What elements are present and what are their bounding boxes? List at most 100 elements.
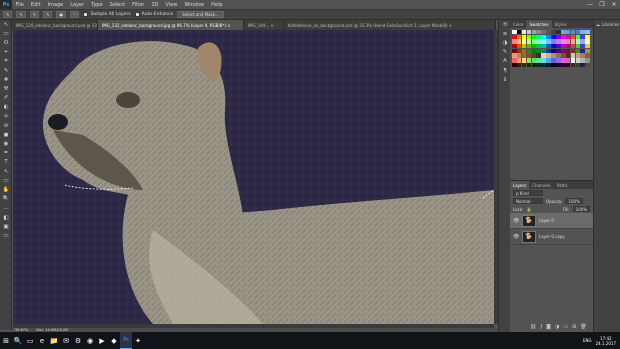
brush-size-icon[interactable]: ● <box>56 11 66 18</box>
tab-channels[interactable]: Channels <box>529 181 554 189</box>
swatch[interactable] <box>585 62 590 68</box>
menu-select[interactable]: Select <box>106 2 128 8</box>
swatch[interactable] <box>560 62 566 68</box>
minimize-button[interactable]: — <box>584 1 596 8</box>
menu-file[interactable]: File <box>12 2 27 8</box>
swatch[interactable] <box>521 62 527 68</box>
tab-layers[interactable]: Layers <box>510 181 530 189</box>
swatch[interactable] <box>546 62 551 68</box>
edge-icon[interactable]: e <box>36 332 48 349</box>
select-and-mask-button[interactable]: Select and Mask... <box>177 11 224 18</box>
swatch[interactable] <box>575 62 581 68</box>
menu-image[interactable]: Image <box>44 2 67 8</box>
tool-icon[interactable]: ✎ <box>0 66 12 75</box>
visibility-eye-icon[interactable]: 👁 <box>513 218 519 224</box>
lock-icon[interactable]: 🔒 <box>526 207 531 212</box>
menu-filter[interactable]: Filter <box>129 2 148 8</box>
menu-view[interactable]: View <box>162 2 181 8</box>
add-mask-icon[interactable]: ◙ <box>546 324 551 330</box>
menu-edit[interactable]: Edit <box>27 2 44 8</box>
app-icon[interactable]: ◆ <box>108 332 120 349</box>
swatch[interactable] <box>551 62 556 68</box>
tab-swatches[interactable]: Swatches <box>526 20 552 28</box>
tool-icon[interactable]: ⌖ <box>0 48 12 57</box>
tool-icon[interactable]: ▣ <box>0 222 12 231</box>
tool-icon[interactable]: ▭ <box>0 176 12 185</box>
tool-icon[interactable]: ✋ <box>0 185 12 194</box>
tool-icon[interactable]: ⌗ <box>0 57 12 66</box>
menu-help[interactable]: Help <box>208 2 226 8</box>
maximize-button[interactable]: ❐ <box>596 1 608 8</box>
search-icon[interactable]: 🔍 <box>12 332 24 349</box>
auto-enhance-checkbox[interactable]: Auto-Enhance <box>134 12 173 17</box>
swatch[interactable] <box>570 62 576 68</box>
swatch[interactable] <box>531 62 537 68</box>
tool-icon[interactable]: ◼ <box>0 130 12 139</box>
explorer-icon[interactable]: 📁 <box>48 332 60 349</box>
delete-layer-icon[interactable]: 🗑 <box>580 324 586 330</box>
fx-icon[interactable]: ƒ <box>540 324 542 330</box>
start-icon[interactable]: ⊞ <box>0 332 12 349</box>
brush-angle-icon[interactable]: ◠ <box>69 11 80 18</box>
tool-icon[interactable]: ⚒ <box>0 84 12 93</box>
menu-type[interactable]: Type <box>88 2 106 8</box>
link-layers-icon[interactable]: ⛓ <box>530 324 536 330</box>
adjustment-layer-icon[interactable]: ◑ <box>555 324 559 330</box>
new-group-icon[interactable]: ▭ <box>563 324 568 330</box>
opacity-input[interactable]: 100% <box>565 198 583 204</box>
tool-icon[interactable]: ▭ <box>0 231 12 240</box>
new-layer-icon[interactable]: ⊞ <box>572 324 576 330</box>
swatch[interactable] <box>580 62 586 68</box>
tool-icon[interactable]: ✚ <box>0 75 12 84</box>
tool-icon[interactable]: ✐ <box>0 94 12 103</box>
libraries-button[interactable]: ☁ Libraries <box>594 20 620 29</box>
tool-icon[interactable]: … <box>0 204 12 213</box>
tab-document-4[interactable]: Kohlebhane_no_background.psd @ 33.3% (Hu… <box>284 20 496 30</box>
mail-icon[interactable]: ✉ <box>60 332 72 349</box>
tool-icon[interactable]: ▭ <box>0 29 12 38</box>
quick-selection-tool-icon[interactable]: ✎ <box>3 11 13 18</box>
chrome-icon[interactable]: ◉ <box>84 332 96 349</box>
menu-window[interactable]: Window <box>181 2 208 8</box>
menu-3d[interactable]: 3D <box>148 2 162 8</box>
swatch[interactable] <box>556 62 561 68</box>
photoshop-icon[interactable]: Ps <box>120 332 132 349</box>
tab-document-3[interactable]: IMG_149... × <box>244 20 284 30</box>
tool-icon[interactable]: ⊘ <box>0 121 12 130</box>
fill-input[interactable]: 100% <box>572 206 590 212</box>
tab-paths[interactable]: Paths <box>554 181 571 189</box>
tool-icon[interactable]: ◉ <box>0 139 12 148</box>
tool-icon[interactable]: ◧ <box>0 213 12 222</box>
subtract-from-selection-icon[interactable]: ✎ <box>43 11 53 18</box>
layer-row[interactable]: 👁 🐕 Layer 0 <box>510 213 593 229</box>
tool-icon[interactable]: ʘ <box>0 38 12 47</box>
swatch[interactable] <box>526 62 532 68</box>
swatch[interactable] <box>536 62 542 68</box>
task-view-icon[interactable]: ▭ <box>24 332 36 349</box>
tool-icon[interactable]: ⌂ <box>0 112 12 121</box>
document-canvas[interactable] <box>13 30 494 324</box>
new-selection-icon[interactable]: ✎ <box>16 11 26 18</box>
visibility-eye-icon[interactable]: 👁 <box>513 234 519 240</box>
sample-all-layers-checkbox[interactable]: Sample All Layers <box>83 12 131 17</box>
tab-color[interactable]: Color <box>510 20 526 28</box>
media-icon[interactable]: ▶ <box>96 332 108 349</box>
settings-icon[interactable]: ⚙ <box>72 332 84 349</box>
layer-row[interactable]: 👁 🐕 Layer 0 copy <box>510 229 593 245</box>
close-button[interactable]: ✕ <box>608 1 620 8</box>
swatch[interactable] <box>541 62 546 68</box>
tab-styles[interactable]: Styles <box>552 20 570 28</box>
clock[interactable]: 17:42 24.1.2017 <box>596 336 616 346</box>
tool-icon[interactable]: T <box>0 158 12 167</box>
tool-icon[interactable]: ✒ <box>0 149 12 158</box>
add-to-selection-icon[interactable]: ✎ <box>29 11 40 18</box>
tool-icon[interactable]: ◐ <box>0 103 12 112</box>
tool-icon[interactable]: 🔍 <box>0 195 12 204</box>
kind-filter[interactable]: ρ Kind <box>513 190 543 196</box>
blend-mode-select[interactable]: Normal <box>513 198 543 204</box>
menu-layer[interactable]: Layer <box>67 2 88 8</box>
app-icon[interactable]: ✦ <box>132 332 144 349</box>
tab-document-1[interactable]: IMG_120_edelanc_background.psd @ 33.3% (… <box>12 20 98 30</box>
swatch[interactable] <box>565 62 571 68</box>
tool-icon[interactable]: ↖ <box>0 167 12 176</box>
